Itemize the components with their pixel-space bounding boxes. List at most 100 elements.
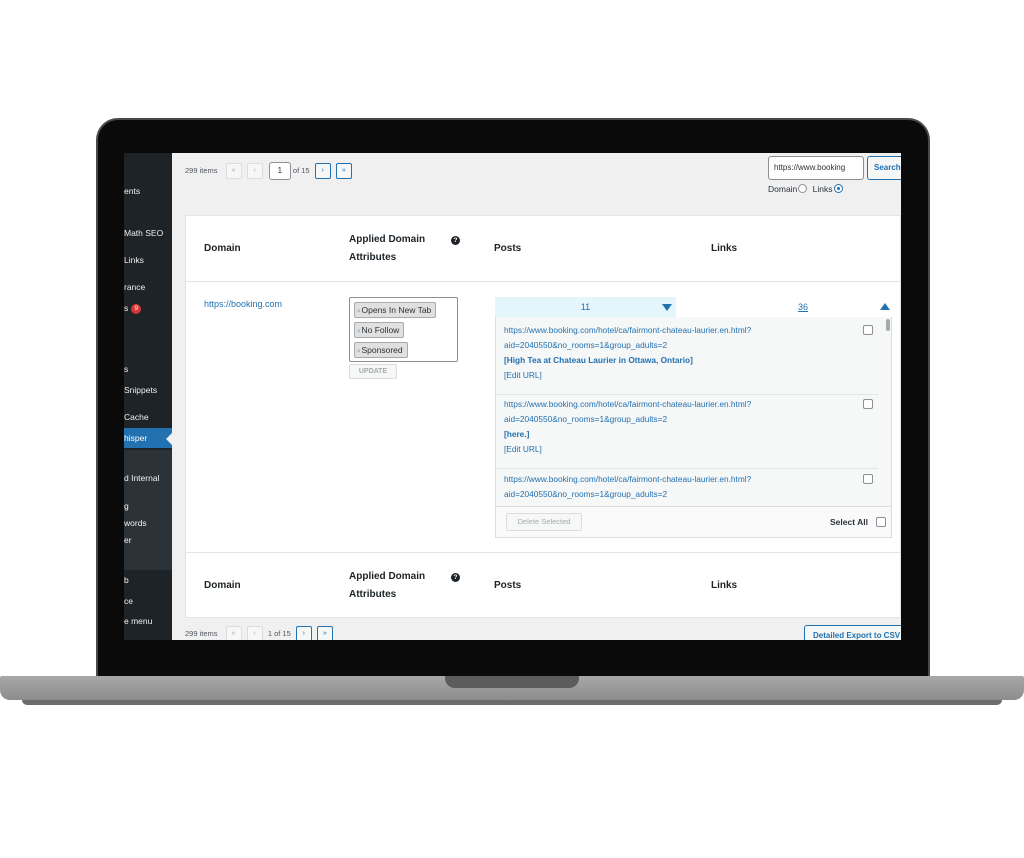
header-posts: Posts: [494, 243, 522, 254]
attribute-tag[interactable]: ×Opens In New Tab: [354, 302, 437, 318]
sidebar-item-label: s: [124, 364, 129, 374]
top-pagination: 299 items « ‹ 1 of 15 › »: [185, 162, 352, 180]
sidebar-item-cache[interactable]: Cache: [124, 412, 172, 422]
footer-attributes: Applied Domain Attributes: [349, 571, 426, 600]
sidebar-subitem-keywords[interactable]: words: [124, 518, 172, 528]
attribute-tag[interactable]: ×No Follow: [354, 322, 405, 338]
remove-tag-icon[interactable]: ×: [357, 329, 361, 335]
sidebar-item-rank-math[interactable]: Math SEO: [124, 228, 172, 238]
posts-toggle[interactable]: 11: [495, 297, 676, 317]
sidebar-item-ce[interactable]: ce: [124, 596, 172, 606]
sidebar-item-label: b: [124, 575, 129, 585]
update-button[interactable]: UPDATE: [349, 364, 397, 379]
last-page-button[interactable]: »: [316, 626, 333, 640]
radio-domain[interactable]: [798, 184, 808, 193]
next-page-button[interactable]: ›: [314, 163, 331, 179]
caret-down-icon: [662, 304, 672, 311]
last-page-button[interactable]: »: [335, 163, 352, 179]
link-anchor-text[interactable]: [High Tea at Chateau Laurier in Ottawa, …: [504, 353, 884, 368]
search-input[interactable]: https://www.booking: [768, 156, 864, 180]
link-checkbox[interactable]: [863, 399, 873, 409]
laptop-notch: [445, 676, 579, 688]
scrollbar-thumb[interactable]: [886, 319, 890, 331]
link-divider: [496, 468, 878, 469]
attribute-tag-label: Sponsored: [361, 345, 403, 355]
sidebar-item-comments[interactable]: ents: [124, 186, 172, 196]
sidebar-item-b[interactable]: b: [124, 575, 172, 585]
sidebar-item-label: Math SEO: [124, 228, 164, 238]
row-divider: [186, 552, 901, 553]
links-count: 36: [798, 302, 809, 312]
link-url[interactable]: https://www.booking.com/hotel/ca/fairmon…: [504, 397, 884, 412]
bottom-pagination: 299 items « ‹ 1 of 15 › »: [185, 626, 333, 640]
link-item: https://www.booking.com/hotel/ca/fairmon…: [504, 472, 884, 502]
link-url[interactable]: https://www.booking.com/hotel/ca/fairmon…: [504, 472, 884, 487]
radio-domain-label: Domain: [768, 184, 798, 194]
attributes-select[interactable]: ×Opens In New Tab ×No Follow ×Sponsored: [349, 297, 458, 362]
sidebar-item-label: Links: [124, 255, 144, 265]
remove-tag-icon[interactable]: ×: [357, 309, 361, 315]
next-page-button[interactable]: ›: [295, 626, 312, 640]
links-toggle[interactable]: 36: [712, 297, 892, 317]
collapse-menu[interactable]: e menu: [124, 616, 172, 626]
caret-up-icon: [880, 303, 890, 310]
sidebar-item-label: Snippets: [124, 385, 158, 395]
sidebar-item-label: er: [124, 535, 132, 545]
items-count: 299 items: [185, 165, 218, 175]
link-url-cont[interactable]: aid=2040550&no_rooms=1&group_adults=2: [504, 487, 884, 502]
domain-link[interactable]: https://booking.com: [204, 299, 282, 309]
current-page-input[interactable]: 1: [268, 162, 291, 180]
attribute-tag[interactable]: ×Sponsored: [354, 342, 408, 358]
search-type-radios: Domain Links: [768, 184, 846, 194]
screen: ents Math SEO Links rance s9 s Snippets …: [124, 153, 901, 640]
select-all-checkbox[interactable]: [876, 517, 886, 527]
sidebar-item-label: s: [124, 303, 129, 313]
export-csv-button[interactable]: Detailed Export to CSV: [804, 625, 901, 640]
admin-sidebar: ents Math SEO Links rance s9 s Snippets …: [124, 153, 172, 640]
help-icon[interactable]: ?: [451, 236, 460, 245]
link-url[interactable]: https://www.booking.com/hotel/ca/fairmon…: [504, 323, 884, 338]
header-divider: [186, 281, 901, 282]
help-icon[interactable]: ?: [451, 573, 460, 582]
prev-page-button[interactable]: ‹: [246, 163, 263, 179]
sidebar-subitem-internal[interactable]: d Internal: [124, 473, 172, 483]
sidebar-item-label: hisper: [124, 433, 148, 443]
link-item: https://www.booking.com/hotel/ca/fairmon…: [504, 397, 884, 457]
sidebar-item-plugins[interactable]: s9: [124, 303, 172, 314]
link-checkbox[interactable]: [863, 325, 873, 335]
remove-tag-icon[interactable]: ×: [357, 349, 361, 355]
footer-domain: Domain: [204, 580, 241, 591]
first-page-button[interactable]: «: [225, 163, 242, 179]
sidebar-subitem-g[interactable]: g: [124, 501, 172, 511]
first-page-button[interactable]: «: [225, 626, 242, 640]
sidebar-item-links[interactable]: Links: [124, 255, 172, 265]
link-url-cont[interactable]: aid=2040550&no_rooms=1&group_adults=2: [504, 412, 884, 427]
laptop-base-shadow: [22, 700, 1002, 705]
radio-links[interactable]: [833, 184, 843, 193]
sidebar-item-label: e menu: [124, 616, 153, 626]
sidebar-item-label: d Internal: [124, 473, 160, 483]
prev-page-button[interactable]: ‹: [246, 626, 263, 640]
sidebar-item-snippets[interactable]: Snippets: [124, 385, 172, 395]
sidebar-item-label: words: [124, 518, 147, 528]
sidebar-item-label: rance: [124, 282, 146, 292]
sidebar-item-label: ents: [124, 186, 141, 196]
items-count: 299 items: [185, 628, 218, 638]
sidebar-item-settings[interactable]: s: [124, 364, 172, 374]
sidebar-subitem-er[interactable]: er: [124, 535, 172, 545]
link-checkbox[interactable]: [863, 474, 873, 484]
search-button[interactable]: Search: [867, 156, 901, 180]
sidebar-item-appearance[interactable]: rance: [124, 282, 172, 292]
sidebar-item-link-whisper[interactable]: hisper: [124, 428, 172, 448]
edit-url-link[interactable]: [Edit URL]: [504, 442, 884, 457]
select-all-label: Select All: [830, 517, 868, 527]
radio-links-label: Links: [812, 184, 833, 194]
links-panel-footer: Delete Selected Select All: [496, 506, 891, 537]
link-anchor-text[interactable]: [here.]: [504, 427, 884, 442]
edit-url-link[interactable]: [Edit URL]: [504, 368, 884, 383]
delete-selected-button[interactable]: Delete Selected: [506, 513, 582, 531]
attribute-tag-label: Opens In New Tab: [361, 305, 432, 315]
link-url-cont[interactable]: aid=2040550&no_rooms=1&group_adults=2: [504, 338, 884, 353]
link-divider: [496, 394, 878, 395]
attribute-tag-label: No Follow: [361, 325, 400, 335]
